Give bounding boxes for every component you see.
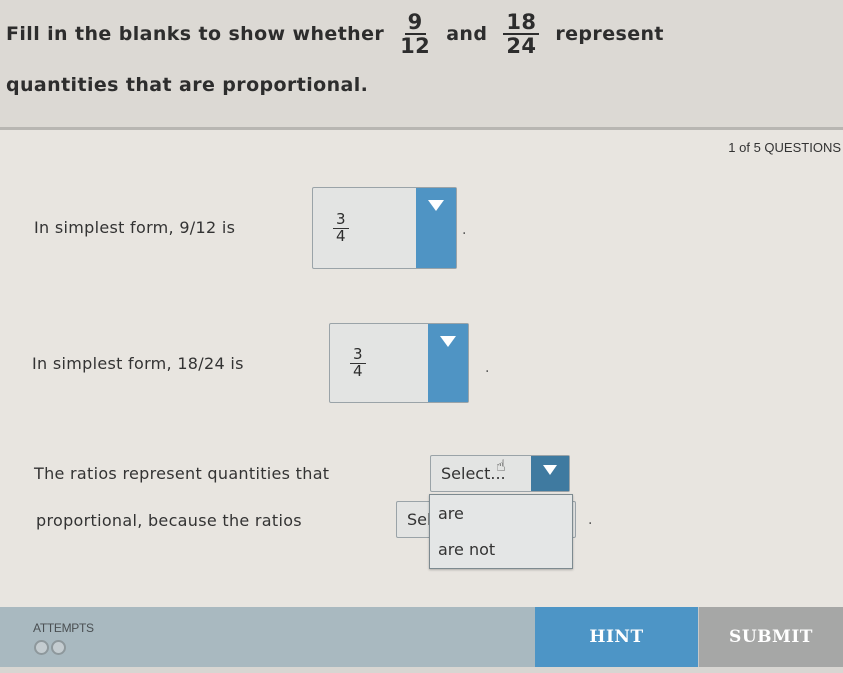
question-prompt-line1: Fill in the blanks to show whether 9 12 … (6, 6, 664, 62)
fraction-denominator: 24 (506, 34, 537, 58)
fraction-denominator: 4 (353, 361, 363, 380)
chevron-down-icon (440, 336, 456, 347)
question-counter: 1 of 5 QUESTIONS (728, 140, 841, 155)
footer-bar: ATTEMPTS HINT SUBMIT (0, 607, 843, 667)
fraction-numerator: 3 (350, 346, 366, 364)
option-are[interactable]: are (438, 504, 464, 523)
question-prompt-line2: quantities that are proportional. (6, 74, 369, 96)
dropdown-options-menu: are are not (429, 494, 573, 569)
selected-fraction: 3 4 (350, 346, 366, 380)
bottom-strip (0, 667, 843, 673)
fraction-numerator: 9 (404, 11, 426, 35)
prompt-conjunction: and (446, 23, 488, 45)
fraction-9-12: 9 12 (400, 11, 430, 57)
question-header: Fill in the blanks to show whether 9 12 … (0, 0, 843, 130)
dropdown-selected-value: 3 4 (313, 188, 416, 268)
fraction-18-24: 18 24 (503, 11, 540, 58)
dropdown-selected-value: 3 4 (330, 324, 428, 402)
sentence-period: . (588, 512, 593, 528)
submit-button[interactable]: SUBMIT (698, 607, 843, 667)
simplest-form-9-12-dropdown[interactable]: 3 4 (312, 187, 457, 269)
prompt-suffix: represent (555, 23, 664, 45)
selected-fraction: 3 4 (333, 211, 349, 245)
dropdown-toggle[interactable] (428, 324, 468, 402)
chevron-down-icon (543, 465, 557, 475)
sentence-part2: proportional, because the ratios (36, 511, 302, 530)
dropdown-toggle[interactable] (531, 456, 569, 491)
simplest-form-18-24-dropdown[interactable]: 3 4 (329, 323, 469, 403)
chevron-down-icon (428, 200, 444, 211)
dropdown-selected-value: Select... (441, 464, 506, 483)
row2-label: In simplest form, 18/24 is (32, 354, 244, 373)
prompt-prefix: Fill in the blanks to show whether (6, 23, 385, 45)
attempts-label: ATTEMPTS (33, 621, 94, 635)
attempt-circle-icon (34, 640, 49, 655)
fraction-numerator: 3 (333, 211, 349, 229)
sentence-part1: The ratios represent quantities that (34, 464, 330, 483)
row1-period: . (462, 222, 467, 238)
fraction-denominator: 4 (336, 226, 346, 245)
fraction-numerator: 18 (503, 11, 540, 35)
attempt-circle-icon (51, 640, 66, 655)
option-are-not[interactable]: are not (438, 540, 495, 559)
hand-pointer-cursor-icon: ☝ (496, 456, 506, 475)
dropdown-toggle[interactable] (416, 188, 456, 268)
row2-period: . (485, 360, 490, 376)
row1-label: In simplest form, 9/12 is (34, 218, 236, 237)
hint-button[interactable]: HINT (535, 607, 698, 667)
fraction-denominator: 12 (400, 34, 431, 58)
